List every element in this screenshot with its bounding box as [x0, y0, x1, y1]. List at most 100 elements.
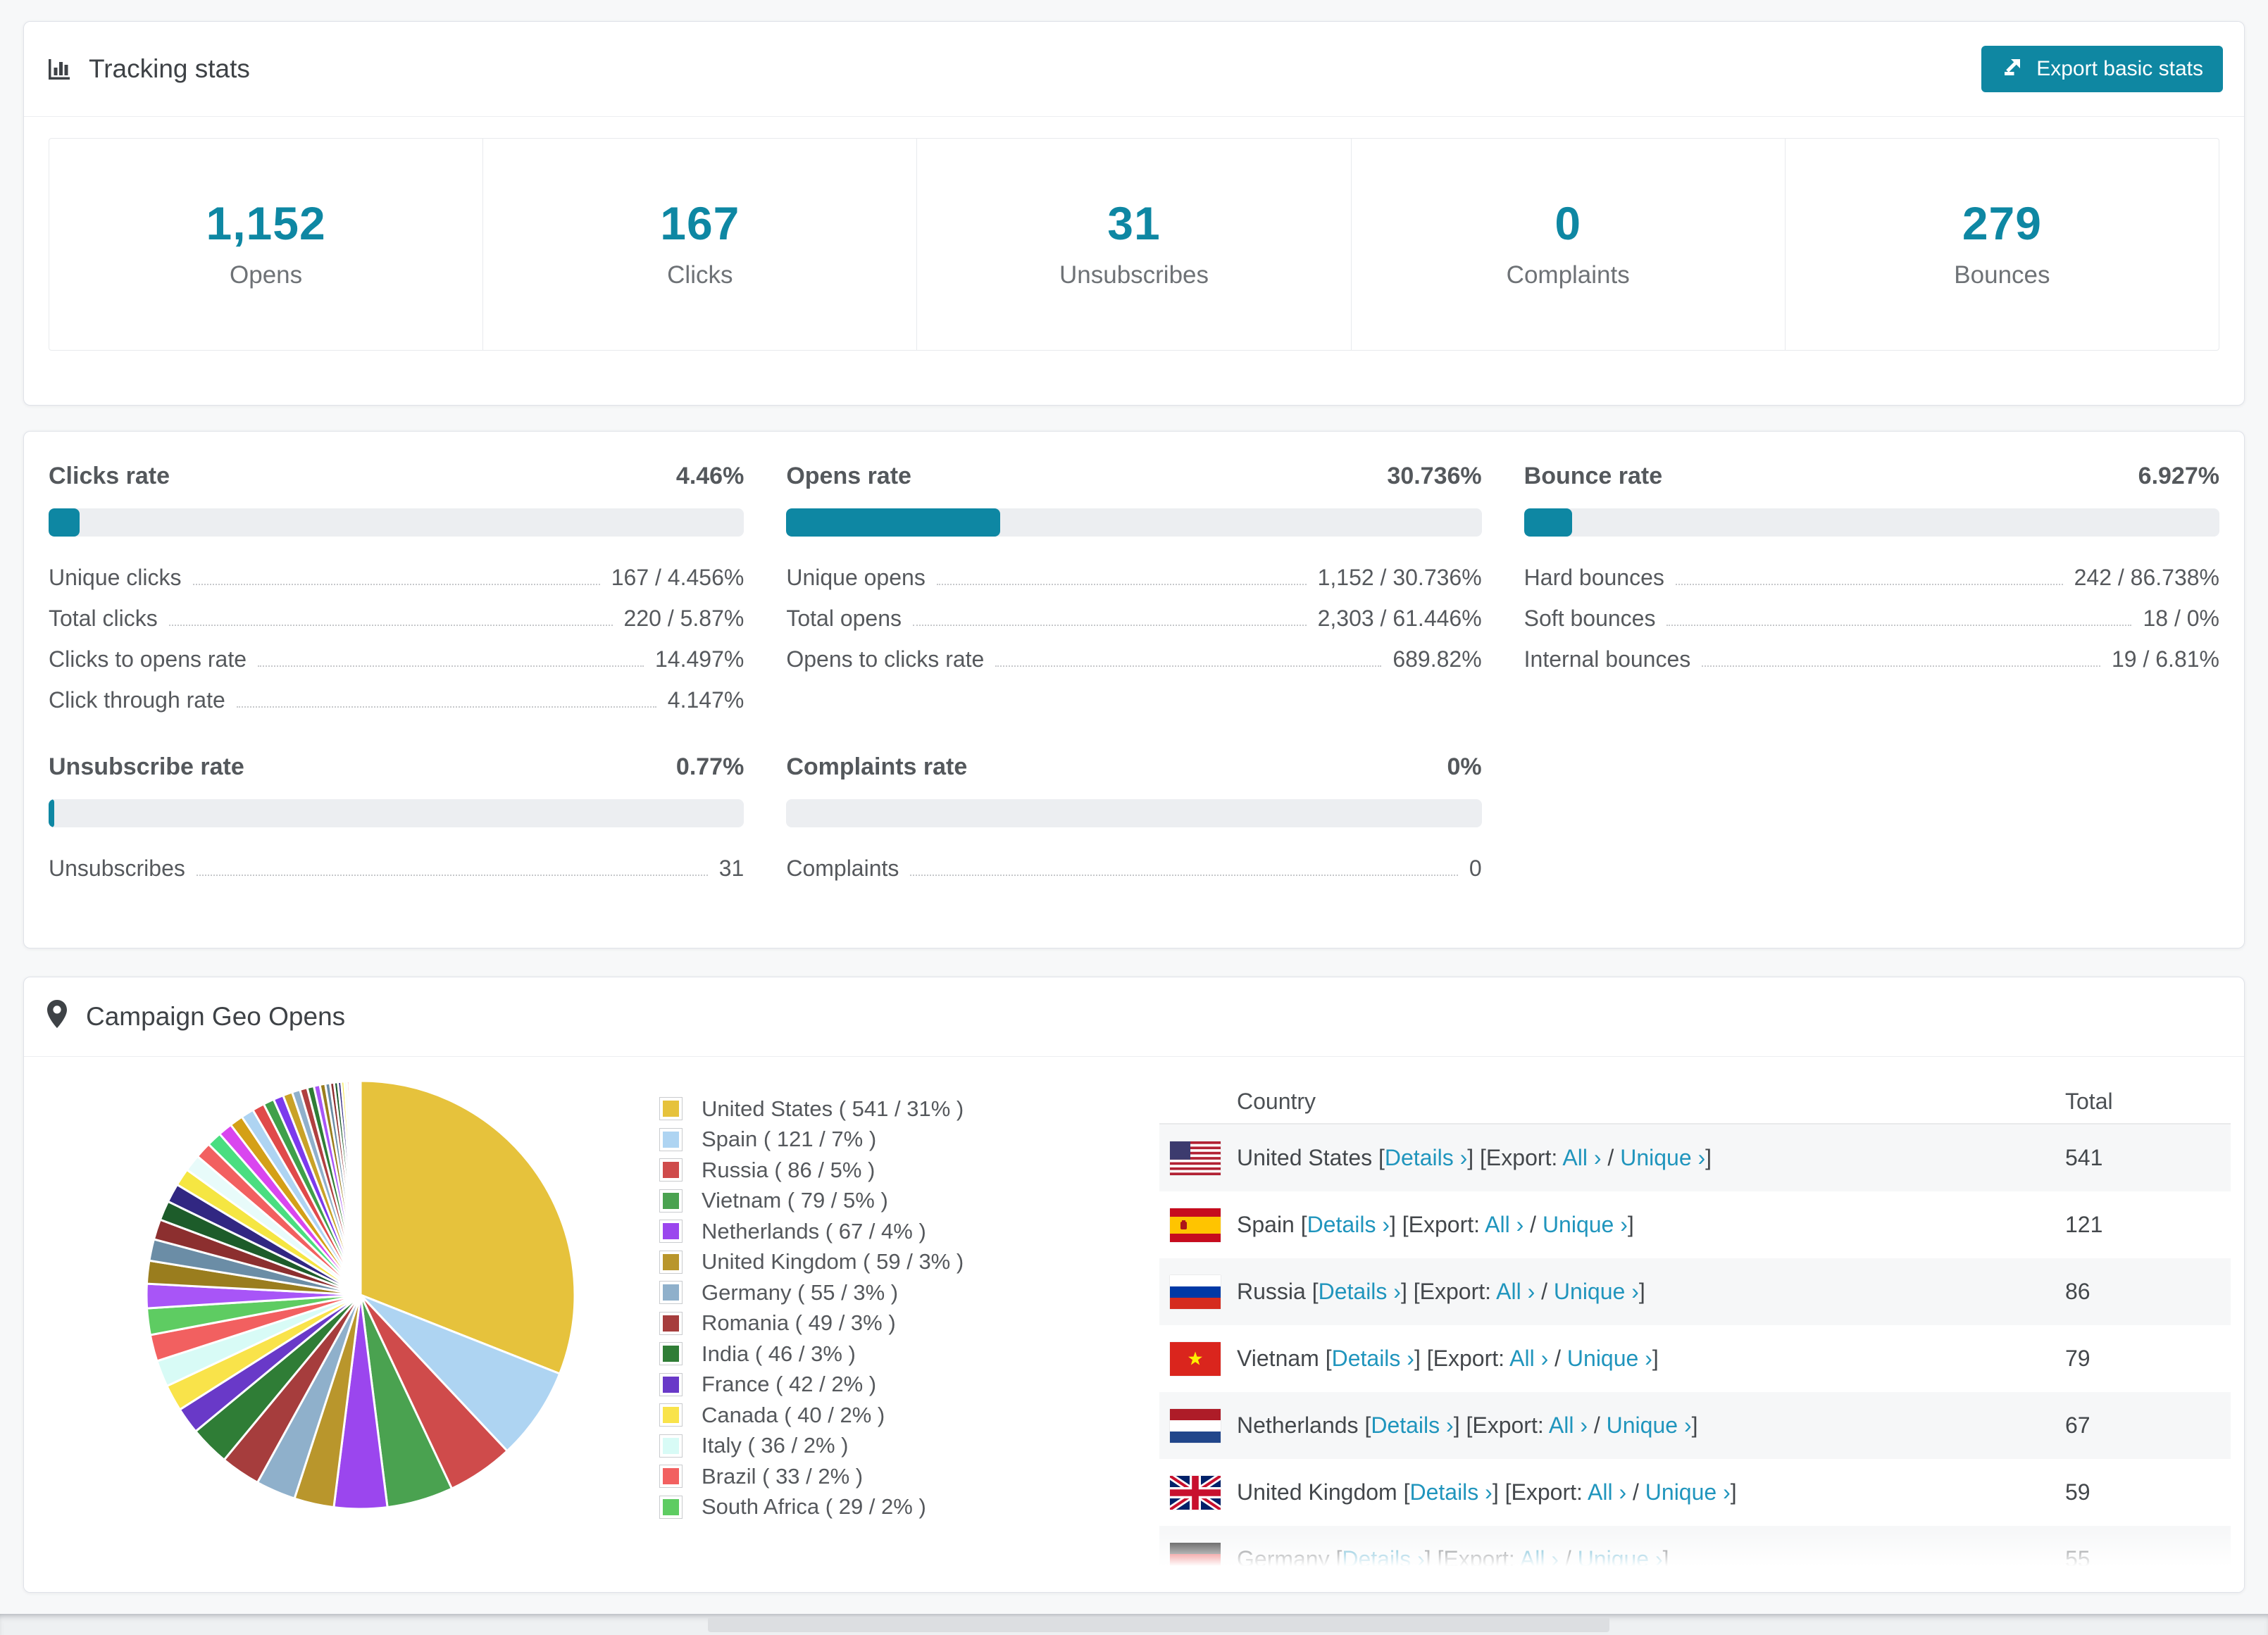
rate-block: Unsubscribe rate 0.77% Unsubscribes 31: [49, 753, 744, 881]
legend-label: United Kingdom ( 59 / 3% ): [702, 1249, 964, 1274]
bar-chart-icon: [45, 55, 73, 83]
total-cell: 67: [2065, 1412, 2091, 1438]
export-unique-link[interactable]: Unique ›: [1578, 1546, 1663, 1572]
legend-swatch: [659, 1097, 683, 1121]
legend-label: Germany ( 55 / 3% ): [702, 1279, 899, 1305]
export-all-link[interactable]: All ›: [1562, 1145, 1601, 1170]
details-link[interactable]: Details ›: [1385, 1145, 1467, 1170]
rates-card: Clicks rate 4.46% Unique clicks 167 / 4.456…: [23, 431, 2245, 948]
geo-title: Campaign Geo Opens: [86, 1002, 346, 1031]
export-basic-stats-button[interactable]: Export basic stats: [1981, 46, 2223, 92]
metric-rows: Unique opens 1,152 / 30.736% Total opens 2,…: [786, 549, 1481, 672]
rate-block: Complaints rate 0% Complaints 0: [786, 753, 1482, 881]
page-title: Tracking stats: [89, 54, 250, 83]
metric-value: 0: [1469, 855, 1482, 881]
legend-swatch: [659, 1250, 683, 1274]
details-link[interactable]: Details ›: [1409, 1479, 1492, 1505]
export-unique-link[interactable]: Unique ›: [1554, 1279, 1639, 1304]
metric-label: Complaints: [786, 855, 899, 881]
metric-value: 689.82%: [1392, 646, 1482, 672]
export-all-link[interactable]: All ›: [1485, 1212, 1524, 1237]
geo-opens-header: Campaign Geo Opens: [24, 977, 2244, 1057]
horizontal-scrollbar-thumb[interactable]: [708, 1617, 1609, 1632]
export-unique-link[interactable]: Unique ›: [1543, 1212, 1628, 1237]
stat-value: 0: [1554, 197, 1582, 249]
legend-item: Germany ( 55 / 3% ): [659, 1277, 964, 1308]
total-cell: 59: [2065, 1479, 2091, 1505]
metric-row: Opens to clicks rate 689.82%: [786, 631, 1481, 672]
legend-swatch: [659, 1434, 683, 1458]
metric-value: 14.497%: [655, 646, 744, 672]
export-all-link[interactable]: All ›: [1509, 1346, 1548, 1371]
metric-leader: [1666, 625, 2132, 626]
table-row: Spain [Details ›] [Export: All › / Uniqu…: [1159, 1191, 2231, 1258]
country-cell: Netherlands [Details ›] [Export: All › /…: [1237, 1412, 1698, 1438]
stat-box: 1,152 Opens: [49, 139, 482, 350]
progress-fill: [1524, 508, 1573, 537]
tracking-stats-card: Tracking stats Export basic stats 1,152 O…: [23, 21, 2245, 406]
country-name: Russia: [1237, 1279, 1312, 1304]
rate-value: 0.77%: [675, 753, 744, 780]
total-cell: 79: [2065, 1346, 2091, 1371]
rate-head: Opens rate 30.736%: [786, 463, 1481, 490]
rate-head: Clicks rate 4.46%: [49, 463, 744, 490]
rate-value: 6.927%: [2138, 463, 2219, 489]
rate-block: Opens rate 30.736% Unique opens 1,152 / 30.…: [786, 463, 1482, 713]
pie-slice: [359, 1079, 362, 1296]
metric-label: Hard bounces: [1524, 564, 1664, 590]
progress-track: [786, 799, 1482, 827]
export-all-link[interactable]: All ›: [1496, 1279, 1535, 1304]
export-all-link[interactable]: All ›: [1588, 1479, 1626, 1505]
total-cell: 121: [2065, 1212, 2103, 1237]
rate-head: Bounce rate 6.927%: [1524, 463, 2219, 490]
country-name: Spain: [1237, 1212, 1301, 1237]
metric-label: Unique opens: [786, 564, 926, 590]
metric-row: Total opens 2,303 / 61.446%: [786, 590, 1481, 631]
export-unique-link[interactable]: Unique ›: [1607, 1412, 1692, 1438]
country-flag: [1170, 1408, 1221, 1443]
legend-item: Canada ( 40 / 2% ): [659, 1400, 964, 1431]
metric-row: Unique opens 1,152 / 30.736%: [786, 549, 1481, 590]
stat-label: Clicks: [667, 261, 733, 289]
metric-label: Opens to clicks rate: [786, 646, 985, 672]
export-all-link[interactable]: All ›: [1520, 1546, 1559, 1572]
country-name: Netherlands: [1237, 1412, 1365, 1438]
progress-fill: [49, 799, 54, 827]
country-flag: [1170, 1274, 1221, 1309]
stat-label: Unsubscribes: [1059, 261, 1209, 289]
rate-block: Bounce rate 6.927% Hard bounces 242 / 86.73…: [1524, 463, 2219, 713]
legend-swatch: [659, 1465, 683, 1489]
details-link[interactable]: Details ›: [1371, 1412, 1453, 1438]
metric-rows: Unsubscribes 31: [49, 840, 744, 881]
legend-swatch: [659, 1311, 683, 1335]
export-unique-link[interactable]: Unique ›: [1620, 1145, 1705, 1170]
export-unique-link[interactable]: Unique ›: [1567, 1346, 1652, 1371]
details-link[interactable]: Details ›: [1319, 1279, 1401, 1304]
details-link[interactable]: Details ›: [1307, 1212, 1390, 1237]
progress-track: [786, 508, 1482, 537]
details-link[interactable]: Details ›: [1332, 1346, 1414, 1371]
metric-value: 2,303 / 61.446%: [1317, 605, 1482, 631]
metric-row: Unique clicks 167 / 4.456%: [49, 549, 744, 590]
rate-title: Bounce rate: [1524, 463, 1663, 489]
legend-label: Brazil ( 33 / 2% ): [702, 1463, 864, 1489]
metric-label: Soft bounces: [1524, 605, 1656, 631]
geo-table: Country Total United States [Details ›] …: [1159, 1079, 2231, 1592]
legend-label: South Africa ( 29 / 2% ): [702, 1494, 926, 1520]
metric-row: Total clicks 220 / 5.87%: [49, 590, 744, 631]
rate-head: Unsubscribe rate 0.77%: [49, 753, 744, 781]
metric-row: Hard bounces 242 / 86.738%: [1524, 549, 2219, 590]
metric-leader: [258, 665, 644, 667]
legend-label: Italy ( 36 / 2% ): [702, 1433, 849, 1458]
export-unique-link[interactable]: Unique ›: [1645, 1479, 1731, 1505]
geo-opens-card: Campaign Geo Opens United States ( 541 /…: [23, 977, 2245, 1593]
export-all-link[interactable]: All ›: [1549, 1412, 1588, 1438]
metric-leader: [936, 584, 1307, 585]
stat-box: 279 Bounces: [1784, 139, 2219, 350]
rate-value: 0%: [1447, 753, 1482, 780]
progress-track: [49, 508, 744, 537]
country-cell: United States [Details ›] [Export: All ›…: [1237, 1145, 1712, 1170]
details-link[interactable]: Details ›: [1342, 1546, 1424, 1572]
country-flag: [1170, 1208, 1221, 1242]
metric-value: 31: [718, 855, 744, 881]
